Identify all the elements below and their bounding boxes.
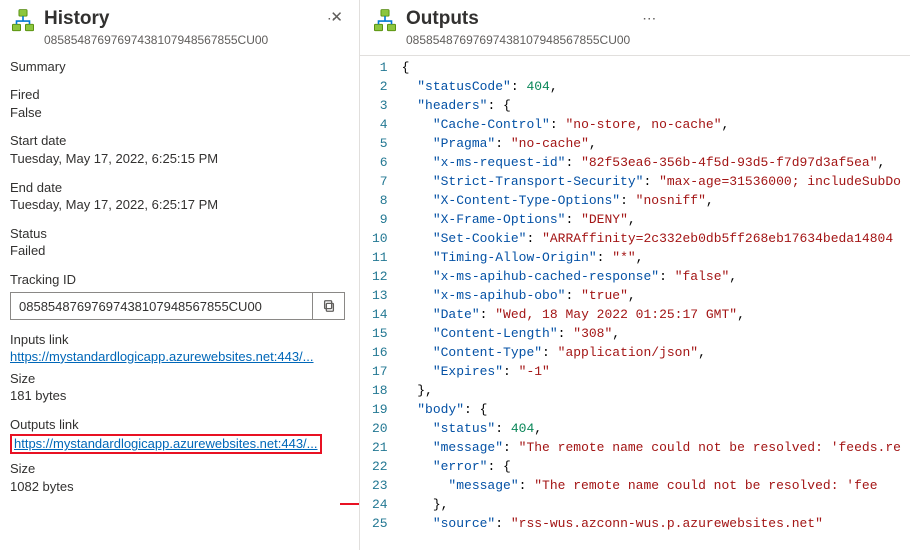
code-content: { "statusCode": 404, "headers": { "Cache… [398, 56, 901, 550]
copy-button[interactable] [312, 293, 344, 319]
tracking-id-label: Tracking ID [10, 271, 345, 289]
inputs-link-label: Inputs link [10, 331, 345, 349]
inputs-size-value: 181 bytes [10, 387, 345, 405]
code-editor[interactable]: 1234567891011121314151617181920212223242… [360, 55, 910, 550]
history-title: History [44, 8, 315, 31]
line-gutter: 1234567891011121314151617181920212223242… [360, 56, 398, 550]
tracking-id-input[interactable] [11, 293, 312, 319]
workflow-icon [372, 8, 398, 34]
summary-heading: Summary [10, 58, 345, 76]
inputs-link[interactable]: https://mystandardlogicapp.azurewebsites… [10, 349, 314, 364]
status-value: Failed [10, 242, 345, 260]
start-date-value: Tuesday, May 17, 2022, 6:25:15 PM [10, 150, 345, 168]
annotation-arrow-icon [340, 494, 360, 514]
start-date-label: Start date [10, 132, 345, 150]
outputs-link[interactable]: https://mystandardlogicapp.azurewebsites… [14, 436, 318, 451]
tracking-id-field [10, 292, 345, 320]
fired-label: Fired [10, 86, 345, 104]
outputs-link-highlight: https://mystandardlogicapp.azurewebsites… [10, 434, 322, 454]
inputs-size-label: Size [10, 370, 345, 388]
workflow-icon [10, 8, 36, 34]
end-date-value: Tuesday, May 17, 2022, 6:25:17 PM [10, 196, 345, 214]
status-label: Status [10, 225, 345, 243]
outputs-panel: Outputs 08585487697697438107948567855CU0… [360, 0, 910, 550]
more-icon[interactable]: ⋯ [638, 8, 660, 29]
copy-icon [322, 299, 336, 313]
outputs-link-label: Outputs link [10, 416, 345, 434]
end-date-label: End date [10, 179, 345, 197]
history-panel: ✕ History 08585487697697438107948567855C… [0, 0, 360, 550]
outputs-title: Outputs [406, 8, 630, 31]
outputs-size-value: 1082 bytes [10, 478, 345, 496]
outputs-size-label: Size [10, 460, 345, 478]
outputs-run-id: 08585487697697438107948567855CU00 [406, 33, 630, 47]
fired-value: False [10, 104, 345, 122]
close-icon[interactable]: ✕ [324, 6, 349, 28]
history-run-id: 08585487697697438107948567855CU00 [44, 33, 315, 47]
